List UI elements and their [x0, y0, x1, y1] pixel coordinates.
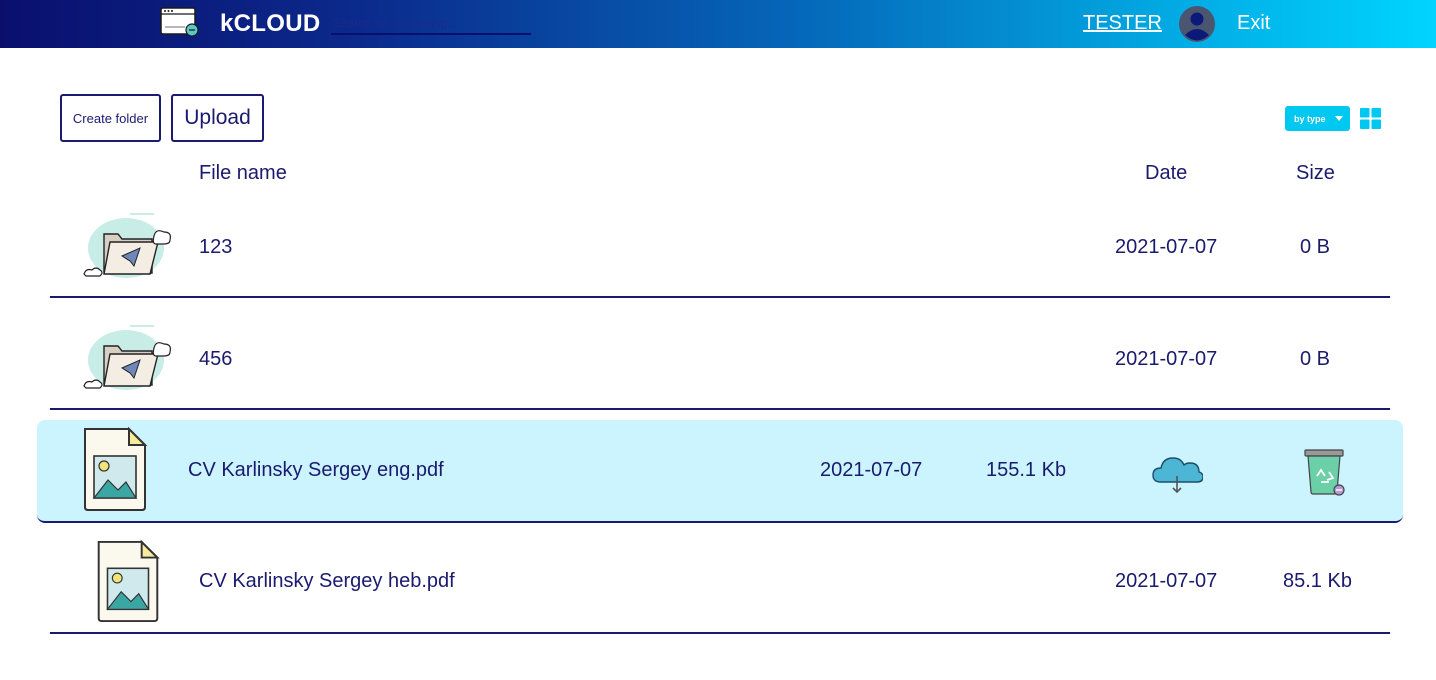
trash-delete-icon[interactable] — [1303, 446, 1347, 498]
file-size: 85.1 Kb — [1283, 570, 1352, 592]
caret-down-icon — [1335, 116, 1343, 121]
column-header-size[interactable]: Size — [1296, 162, 1335, 185]
column-header-date[interactable]: Date — [1145, 162, 1187, 185]
sort-select-value: by type — [1294, 113, 1326, 124]
file-size: 0 B — [1300, 236, 1331, 258]
file-name[interactable]: CV Karlinsky Sergey heb.pdf — [199, 570, 455, 593]
column-header-name[interactable]: File name — [199, 162, 287, 185]
file-date: 2021-07-07 — [1115, 236, 1218, 258]
sort-select[interactable]: by type — [1285, 106, 1350, 131]
grid-view-icon[interactable] — [1360, 108, 1381, 129]
user-profile-link[interactable]: TESTER — [1083, 12, 1162, 35]
file-row[interactable]: CV Karlinsky Sergey heb.pdf 2021-07-07 8… — [50, 534, 1390, 634]
search-input[interactable] — [331, 12, 531, 35]
file-date: 2021-07-07 — [1115, 348, 1218, 370]
upload-button[interactable]: Upload — [171, 94, 264, 142]
cloud-download-icon[interactable] — [1151, 454, 1203, 496]
create-folder-button[interactable]: Create folder — [60, 94, 161, 142]
file-row-selected[interactable]: CV Karlinsky Sergey eng.pdf 2021-07-07 1… — [37, 420, 1403, 523]
user-avatar-icon[interactable] — [1178, 5, 1216, 43]
file-date: 2021-07-07 — [820, 459, 923, 481]
file-size: 0 B — [1300, 348, 1331, 370]
top-navbar: kCLOUD TESTER Exit — [0, 0, 1436, 48]
file-size: 155.1 Kb — [986, 459, 1067, 481]
file-row[interactable]: 123 2021-07-07 0 B — [50, 198, 1390, 298]
image-file-icon — [97, 539, 160, 623]
folder-icon — [83, 213, 171, 278]
file-name[interactable]: 456 — [199, 348, 232, 371]
exit-button[interactable]: Exit — [1237, 12, 1270, 35]
file-date: 2021-07-07 — [1115, 570, 1218, 592]
brand-logo[interactable]: kCLOUD — [220, 10, 320, 38]
file-row[interactable]: 456 2021-07-07 0 B — [50, 310, 1390, 410]
image-file-icon — [84, 426, 148, 511]
file-name[interactable]: 123 — [199, 236, 232, 259]
file-name[interactable]: CV Karlinsky Sergey eng.pdf — [188, 459, 444, 482]
folder-icon — [83, 325, 171, 390]
browser-window-icon — [160, 7, 199, 37]
